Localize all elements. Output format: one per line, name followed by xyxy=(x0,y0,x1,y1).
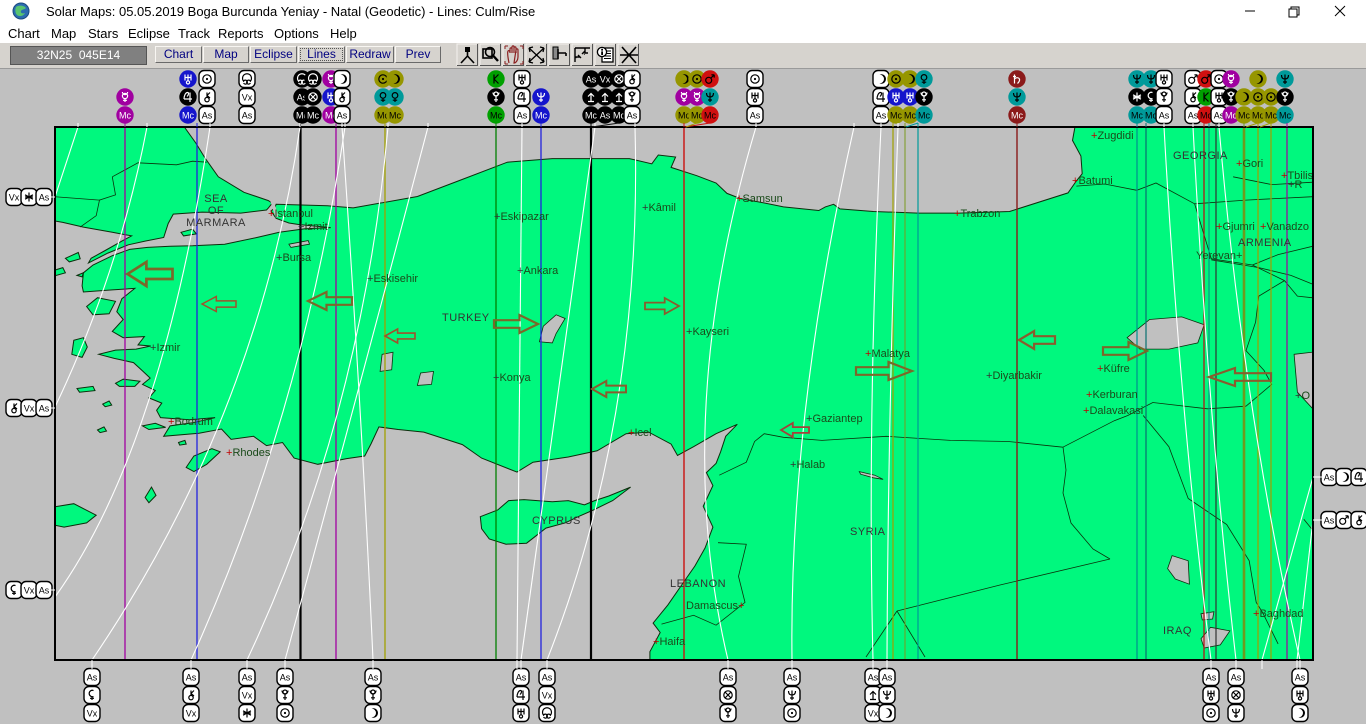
svg-text:Mc: Mc xyxy=(704,111,716,121)
svg-text:Vx: Vx xyxy=(242,93,253,103)
svg-text:Mc: Mc xyxy=(307,111,319,121)
svg-text:MARMARA: MARMARA xyxy=(186,217,246,229)
svg-text:As: As xyxy=(1159,111,1170,121)
svg-text:Mc: Mc xyxy=(1238,111,1250,121)
svg-text:Vx: Vx xyxy=(186,709,197,719)
svg-text:As: As xyxy=(627,111,638,121)
svg-text:Mc: Mc xyxy=(890,111,902,121)
svg-text:Mc: Mc xyxy=(490,111,502,121)
svg-text:As: As xyxy=(242,111,253,121)
svg-text:As: As xyxy=(750,111,761,121)
svg-text:Mc: Mc xyxy=(918,111,930,121)
svg-text:Mc: Mc xyxy=(182,111,194,121)
svg-text:CYPRUS: CYPRUS xyxy=(532,515,581,527)
svg-text:Mc: Mc xyxy=(1131,111,1143,121)
svg-text:+Zugdidi: +Zugdidi xyxy=(1091,130,1134,142)
svg-text:+Izmir: +Izmir xyxy=(150,342,181,354)
svg-text:Vx: Vx xyxy=(600,75,611,85)
svg-text:+Bursa: +Bursa xyxy=(276,252,312,264)
svg-text:ARMENIA: ARMENIA xyxy=(1238,237,1292,249)
svg-text:+Vanadzo: +Vanadzo xyxy=(1260,221,1309,233)
svg-text:As: As xyxy=(723,673,734,683)
svg-text:As: As xyxy=(868,673,879,683)
svg-text:+Gaziantep: +Gaziantep xyxy=(806,413,863,425)
svg-text:As: As xyxy=(542,673,553,683)
svg-text:+Icel: +Icel xyxy=(628,427,652,439)
svg-text:Vx: Vx xyxy=(242,691,253,701)
svg-text:As: As xyxy=(516,673,527,683)
svg-text:Mc: Mc xyxy=(1011,111,1023,121)
svg-text:As: As xyxy=(1206,673,1217,683)
svg-text:As: As xyxy=(368,673,379,683)
svg-text:As: As xyxy=(202,111,213,121)
svg-text:As: As xyxy=(1324,516,1335,526)
svg-text:+Gori: +Gori xyxy=(1236,158,1263,170)
svg-text:SYRIA: SYRIA xyxy=(850,526,886,538)
svg-text:As: As xyxy=(1295,673,1306,683)
svg-text:As: As xyxy=(876,111,887,121)
svg-text:+Batumi: +Batumi xyxy=(1072,175,1113,187)
svg-text:Mc: Mc xyxy=(904,111,916,121)
svg-text:+Kâmil: +Kâmil xyxy=(642,202,676,214)
svg-text:Mc: Mc xyxy=(535,111,547,121)
svg-text:+Diyarbakir: +Diyarbakir xyxy=(986,370,1042,382)
svg-text:+Eskisehir: +Eskisehir xyxy=(367,273,418,285)
svg-text:+Samsun: +Samsun xyxy=(736,193,783,205)
svg-text:Damascus+: Damascus+ xyxy=(686,600,744,612)
svg-text:As: As xyxy=(517,111,528,121)
svg-text:SEA: SEA xyxy=(204,193,228,205)
svg-text:Yerevan+: Yerevan+ xyxy=(1196,250,1242,262)
svg-text:+Trabzon: +Trabzon xyxy=(954,208,1000,220)
svg-text:+Izmit: +Izmit xyxy=(298,221,328,233)
svg-text:Vx: Vx xyxy=(87,709,98,719)
svg-text:+Dalavakasi: +Dalavakasi xyxy=(1083,405,1143,417)
svg-text:As: As xyxy=(882,673,893,683)
svg-text:Vx: Vx xyxy=(24,404,35,414)
svg-text:Mc: Mc xyxy=(1265,111,1277,121)
svg-text:Vx: Vx xyxy=(868,709,879,719)
svg-text:+Ankara: +Ankara xyxy=(517,265,559,277)
svg-text:As: As xyxy=(242,673,253,683)
svg-text:As: As xyxy=(337,111,348,121)
svg-text:+Istanbul: +Istanbul xyxy=(268,208,313,220)
svg-text:+Eskipazar: +Eskipazar xyxy=(494,211,549,223)
svg-text:Vx: Vx xyxy=(542,691,553,701)
svg-text:Mc: Mc xyxy=(389,111,401,121)
svg-text:As: As xyxy=(280,673,291,683)
svg-text:TURKEY: TURKEY xyxy=(442,312,490,324)
svg-text:LEBANON: LEBANON xyxy=(670,578,726,590)
svg-text:+Halab: +Halab xyxy=(790,459,825,471)
svg-text:+Konya: +Konya xyxy=(493,372,532,384)
svg-text:+Malatya: +Malatya xyxy=(865,348,911,360)
svg-text:As: As xyxy=(1188,111,1199,121)
svg-text:+Baghdad: +Baghdad xyxy=(1253,608,1303,620)
svg-text:As: As xyxy=(1324,473,1335,483)
svg-text:As: As xyxy=(600,111,611,121)
svg-text:+Küfre: +Küfre xyxy=(1097,363,1130,375)
svg-text:As: As xyxy=(586,75,597,85)
svg-text:Mc: Mc xyxy=(585,111,597,121)
svg-text:+R: +R xyxy=(1288,179,1302,191)
svg-text:+Bodrum: +Bodrum xyxy=(168,416,213,428)
svg-text:+Rhodes: +Rhodes xyxy=(226,447,271,459)
svg-text:+O: +O xyxy=(1295,390,1310,402)
svg-text:OF: OF xyxy=(208,205,224,217)
svg-text:+Kerburan: +Kerburan xyxy=(1086,389,1138,401)
svg-text:+Kayseri: +Kayseri xyxy=(686,326,729,338)
svg-text:IRAQ: IRAQ xyxy=(1163,625,1192,637)
svg-text:GEORGIA: GEORGIA xyxy=(1173,150,1228,162)
svg-text:+Haifa: +Haifa xyxy=(653,636,686,648)
svg-text:As: As xyxy=(787,673,798,683)
svg-text:As: As xyxy=(186,673,197,683)
svg-text:+Gjumri: +Gjumri xyxy=(1216,221,1255,233)
svg-text:As: As xyxy=(1231,673,1242,683)
svg-text:As: As xyxy=(87,673,98,683)
svg-text:Vx: Vx xyxy=(9,193,20,203)
svg-text:Mc: Mc xyxy=(1279,111,1291,121)
svg-text:Vx: Vx xyxy=(24,586,35,596)
svg-text:Mc: Mc xyxy=(119,111,131,121)
